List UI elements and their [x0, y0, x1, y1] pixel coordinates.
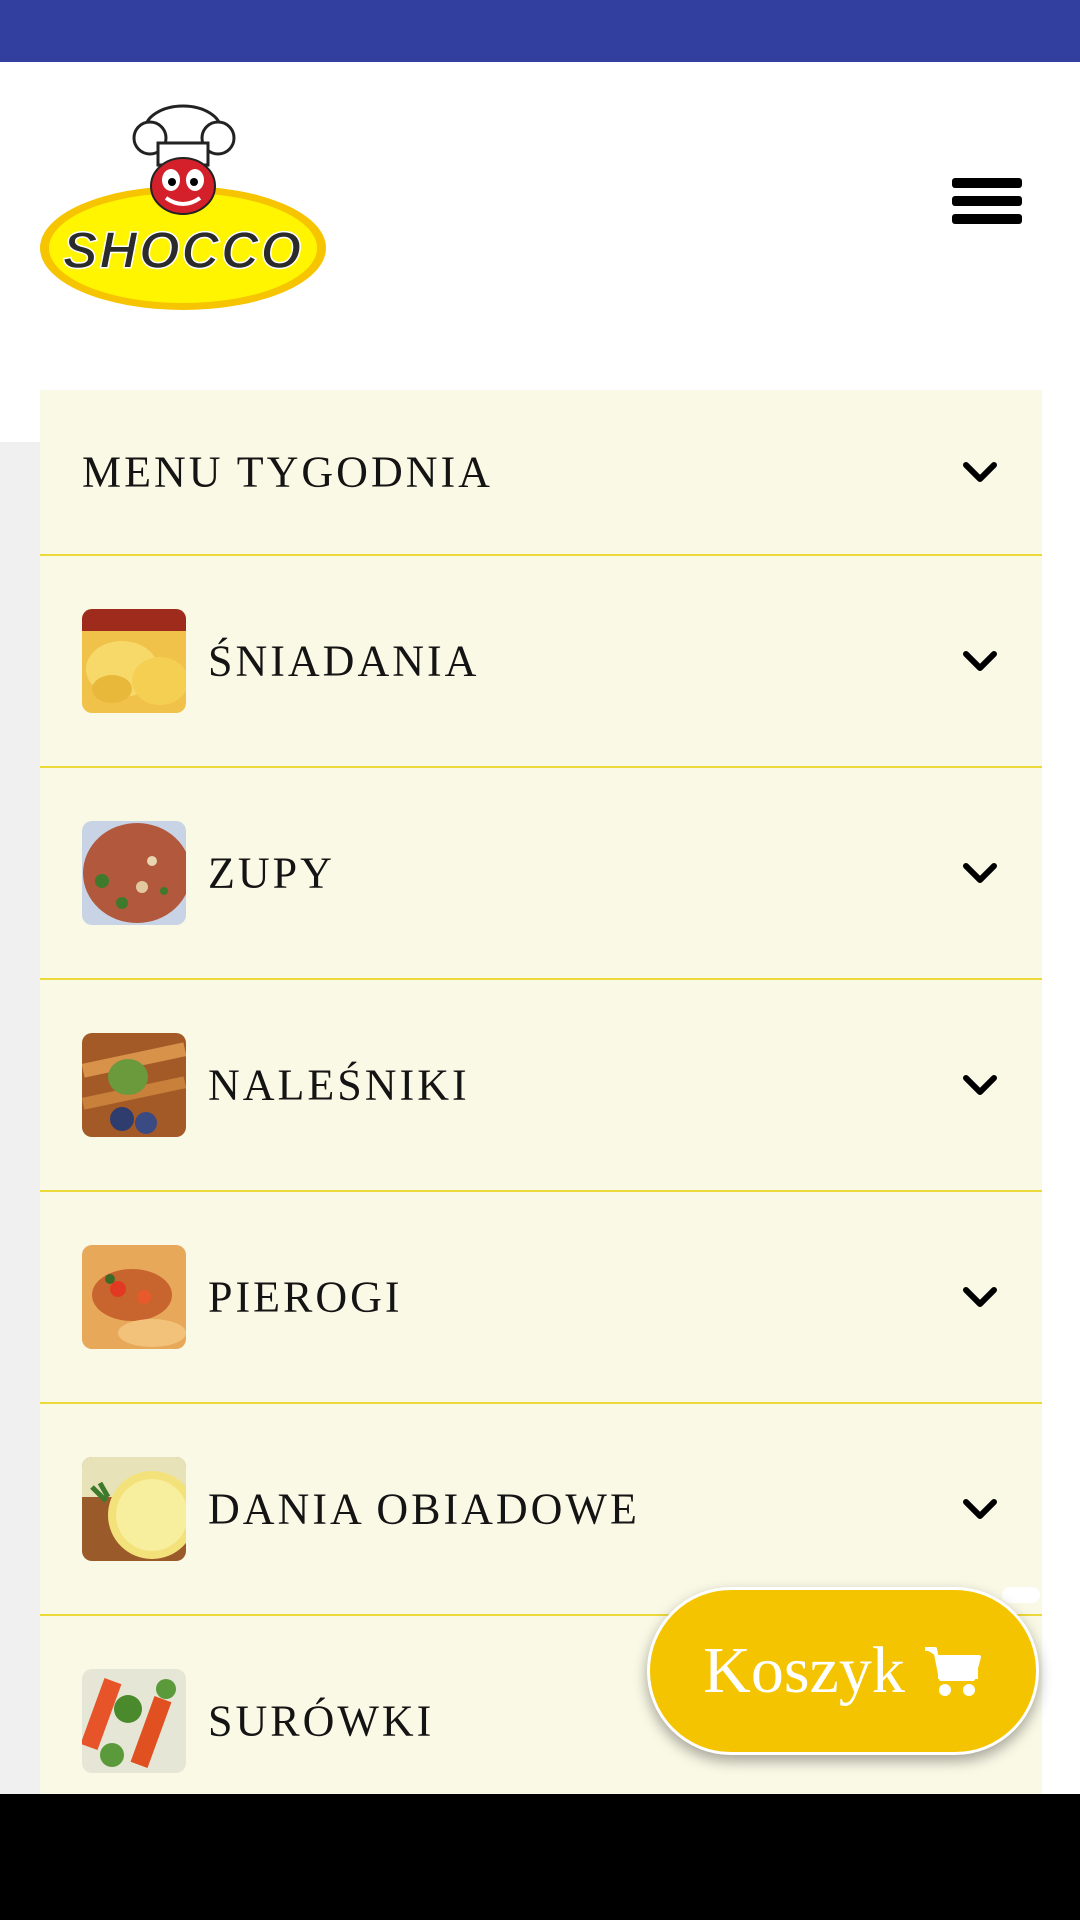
menu-item-pierogi[interactable]: PIEROGI: [40, 1192, 1042, 1404]
chevron-down-icon: [963, 462, 997, 482]
chevron-down-icon: [963, 1287, 997, 1307]
menu-item-menu-tygodnia[interactable]: MENU TYGODNIA: [40, 390, 1042, 556]
chevron-down-icon: [963, 1075, 997, 1095]
page-background-strip: [0, 442, 40, 1794]
dania-obiadowe-thumbnail: [82, 1457, 186, 1561]
pierogi-thumbnail: [82, 1245, 186, 1349]
menu-item-label: PIEROGI: [208, 1272, 403, 1322]
menu-item-label: ŚNIADANIA: [208, 636, 480, 686]
category-menu: MENU TYGODNIA ŚNIADANIA ZUPY NALEŚNIKI P…: [40, 390, 1042, 1794]
menu-item-zupy[interactable]: ZUPY: [40, 768, 1042, 980]
nalesniki-thumbnail: [82, 1033, 186, 1137]
menu-item-label: SURÓWKI: [208, 1696, 435, 1746]
sniadania-thumbnail: [82, 609, 186, 713]
status-bar: [0, 0, 1080, 62]
chevron-down-icon: [963, 651, 997, 671]
menu-item-sniadania[interactable]: ŚNIADANIA: [40, 556, 1042, 768]
cart-button[interactable]: Koszyk: [647, 1587, 1039, 1755]
chevron-down-icon: [963, 863, 997, 883]
scroll-indicator: [1002, 1587, 1040, 1603]
system-navigation-bar: [0, 1794, 1080, 1920]
cart-button-label: Koszyk: [703, 1634, 905, 1707]
menu-item-label: DANIA OBIADOWE: [208, 1484, 640, 1534]
shopping-cart-icon: [924, 1647, 981, 1696]
menu-item-nalesniki[interactable]: NALEŚNIKI: [40, 980, 1042, 1192]
menu-item-dania-obiadowe[interactable]: DANIA OBIADOWE: [40, 1404, 1042, 1616]
zupy-thumbnail: [82, 821, 186, 925]
menu-item-label: NALEŚNIKI: [208, 1060, 470, 1110]
chevron-down-icon: [963, 1499, 997, 1519]
logo-text: SHOCCO: [63, 222, 303, 280]
hamburger-menu-icon[interactable]: [952, 178, 1022, 238]
surowki-thumbnail: [82, 1669, 186, 1773]
shocco-logo[interactable]: SHOCCO: [38, 98, 328, 313]
menu-item-label: ZUPY: [208, 848, 335, 898]
menu-item-label: MENU TYGODNIA: [82, 447, 493, 497]
